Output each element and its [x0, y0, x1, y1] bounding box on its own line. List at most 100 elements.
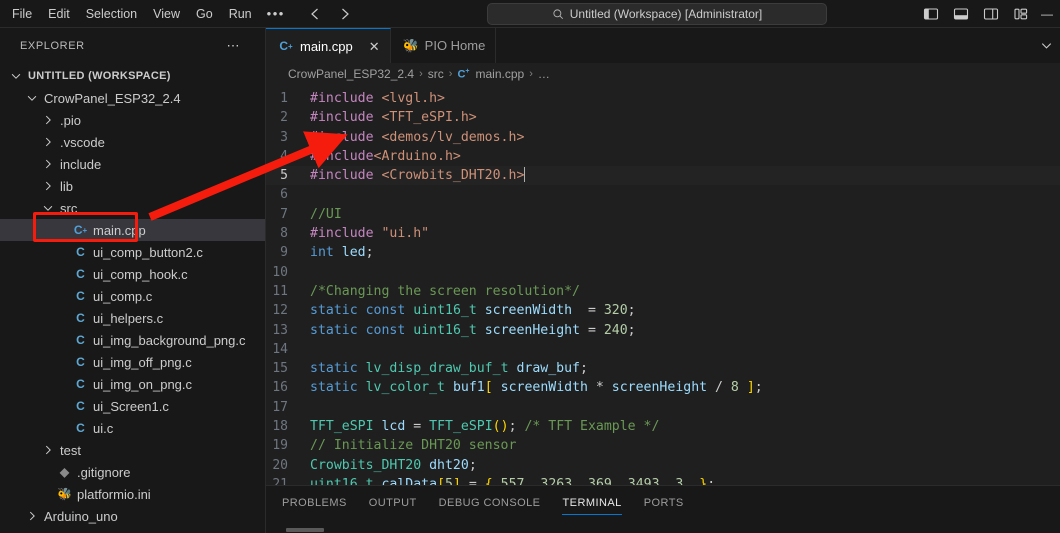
line-number: 8 [266, 224, 310, 243]
title-bar: File Edit Selection View Go Run ••• Unti… [0, 0, 1060, 28]
code-line[interactable]: 20Crowbits_DHT20 dht20; [266, 456, 1060, 475]
editor-tab-main-cpp[interactable]: C+main.cpp✕ [266, 28, 391, 63]
breadcrumb-segment[interactable]: main.cpp [475, 67, 524, 81]
menu-file[interactable]: File [4, 4, 40, 24]
chevron-right-icon[interactable] [40, 157, 56, 171]
tree-item-ui-screen1-c[interactable]: Cui_Screen1.c [0, 395, 265, 417]
code-line[interactable]: 15static lv_disp_draw_buf_t draw_buf; [266, 359, 1060, 378]
tree-item--pio[interactable]: .pio [0, 109, 265, 131]
chevron-right-icon[interactable] [24, 509, 40, 523]
panel-tab-ports[interactable]: PORTS [644, 486, 684, 519]
code-line-text: // Initialize DHT20 sensor [310, 436, 516, 455]
tree-item-ui-img-background-png-c[interactable]: Cui_img_background_png.c [0, 329, 265, 351]
tree-item-label: .vscode [60, 135, 105, 150]
panel-tab-bar: PROBLEMS OUTPUT DEBUG CONSOLE TERMINAL PORTS [266, 486, 1060, 519]
code-line[interactable]: 10 [266, 263, 1060, 282]
chevron-down-icon[interactable] [8, 69, 24, 83]
tree-item-label: ui_comp_hook.c [93, 267, 188, 282]
chevron-right-icon[interactable] [40, 113, 56, 127]
panel-tab-terminal[interactable]: TERMINAL [562, 486, 621, 519]
menu-run[interactable]: Run [221, 4, 260, 24]
line-number: 15 [266, 359, 310, 378]
layout-grid-icon[interactable] [1006, 0, 1036, 28]
code-line[interactable]: 8#include "ui.h" [266, 224, 1060, 243]
panel-tab-output[interactable]: OUTPUT [369, 486, 417, 519]
code-line-text: int led; [310, 243, 374, 262]
code-line[interactable]: 1#include <lvgl.h> [266, 89, 1060, 108]
tree-item--gitignore[interactable]: ◆.gitignore [0, 461, 265, 483]
tree-item-ui-img-on-png-c[interactable]: Cui_img_on_png.c [0, 373, 265, 395]
code-line[interactable]: 19// Initialize DHT20 sensor [266, 436, 1060, 455]
breadcrumb[interactable]: CrowPanel_ESP32_2.4›src›C+main.cpp›… [266, 63, 1060, 85]
breadcrumb-segment[interactable]: … [538, 67, 550, 81]
chevron-down-icon[interactable] [24, 91, 40, 105]
menu-go[interactable]: Go [188, 4, 221, 24]
command-center-search[interactable]: Untitled (Workspace) [Administrator] [487, 3, 827, 25]
menu-selection[interactable]: Selection [78, 4, 145, 24]
editor-tab-pio-home[interactable]: 🐝PIO Home [391, 28, 497, 63]
chevron-right-icon[interactable] [40, 443, 56, 457]
arrow-left-icon[interactable] [306, 5, 324, 23]
code-line[interactable]: 18TFT_eSPI lcd = TFT_eSPI(); /* TFT Exam… [266, 417, 1060, 436]
cpp-file-icon: C+ [457, 68, 469, 81]
terminal-scrollbar[interactable] [286, 528, 324, 532]
breadcrumb-segment[interactable]: CrowPanel_ESP32_2.4 [288, 67, 414, 81]
menu-more-icon[interactable]: ••• [260, 3, 292, 24]
code-line[interactable]: 21uint16_t calData[5] = { 557, 3263, 369… [266, 475, 1060, 485]
chevron-right-icon[interactable] [40, 179, 56, 193]
code-line[interactable]: 17 [266, 398, 1060, 417]
chevron-right-icon[interactable] [40, 135, 56, 149]
code-line[interactable]: 11/*Changing the screen resolution*/ [266, 282, 1060, 301]
code-line[interactable]: 2#include <TFT_eSPI.h> [266, 108, 1060, 127]
code-line[interactable]: 7//UI [266, 205, 1060, 224]
close-icon[interactable]: ✕ [369, 40, 380, 53]
code-line[interactable]: 13static const uint16_t screenHeight = 2… [266, 321, 1060, 340]
panel-tab-problems[interactable]: PROBLEMS [282, 486, 347, 519]
tree-item-ui-comp-c[interactable]: Cui_comp.c [0, 285, 265, 307]
code-editor[interactable]: 1#include <lvgl.h>2#include <TFT_eSPI.h>… [266, 85, 1060, 485]
menu-edit[interactable]: Edit [40, 4, 78, 24]
tree-item--vscode[interactable]: .vscode [0, 131, 265, 153]
panel-left-icon[interactable] [916, 0, 946, 28]
code-line[interactable]: 6 [266, 185, 1060, 204]
code-line[interactable]: 5#include <Crowbits_DHT20.h> [266, 166, 1060, 185]
tree-item-label: ui_helpers.c [93, 311, 163, 326]
code-line[interactable]: 16static lv_color_t buf1[ screenWidth * … [266, 378, 1060, 397]
tree-item-label: platformio.ini [77, 487, 151, 502]
line-number: 1 [266, 89, 310, 108]
panel-right-icon[interactable] [976, 0, 1006, 28]
chevron-down-icon[interactable] [1039, 28, 1060, 63]
tree-item-ui-helpers-c[interactable]: Cui_helpers.c [0, 307, 265, 329]
code-line[interactable]: 4#include<Arduino.h> [266, 147, 1060, 166]
tree-item-untitled-workspace-[interactable]: UNTITLED (WORKSPACE) [0, 65, 265, 87]
menu-view[interactable]: View [145, 4, 188, 24]
more-actions-icon[interactable]: ⋯ [227, 38, 254, 54]
tree-item-arduino-uno[interactable]: Arduino_uno [0, 505, 265, 527]
arrow-right-icon[interactable] [336, 5, 354, 23]
tree-item-crowpanel-esp32-2-4[interactable]: CrowPanel_ESP32_2.4 [0, 87, 265, 109]
breadcrumb-segment[interactable]: src [428, 67, 444, 81]
terminal-body[interactable] [266, 519, 1060, 533]
tree-item-lib[interactable]: lib [0, 175, 265, 197]
tree-item-ui-comp-hook-c[interactable]: Cui_comp_hook.c [0, 263, 265, 285]
code-line-text: static lv_disp_draw_buf_t draw_buf; [310, 359, 588, 378]
code-line[interactable]: 14 [266, 340, 1060, 359]
tree-item-ui-img-off-png-c[interactable]: Cui_img_off_png.c [0, 351, 265, 373]
tree-item-ui-comp-button2-c[interactable]: Cui_comp_button2.c [0, 241, 265, 263]
tree-item-include[interactable]: include [0, 153, 265, 175]
tree-item-ui-c[interactable]: Cui.c [0, 417, 265, 439]
panel-tab-debug-console[interactable]: DEBUG CONSOLE [439, 486, 541, 519]
code-line[interactable]: 3#include <demos/lv_demos.h> [266, 128, 1060, 147]
tree-item-label: ui_comp.c [93, 289, 152, 304]
line-number: 5 [266, 166, 310, 185]
tree-item-platformio-ini[interactable]: 🐝platformio.ini [0, 483, 265, 505]
code-line[interactable]: 9int led; [266, 243, 1060, 262]
breadcrumb-separator: › [418, 68, 424, 80]
breadcrumb-separator: › [528, 68, 534, 80]
titlebar-right-controls: — [916, 0, 1058, 28]
panel-bottom-icon[interactable] [946, 0, 976, 28]
minimize-button[interactable]: — [1036, 0, 1058, 28]
code-line[interactable]: 12static const uint16_t screenWidth = 32… [266, 301, 1060, 320]
tree-item-test[interactable]: test [0, 439, 265, 461]
explorer-sidebar: EXPLORER ⋯ UNTITLED (WORKSPACE)CrowPanel… [0, 28, 266, 533]
